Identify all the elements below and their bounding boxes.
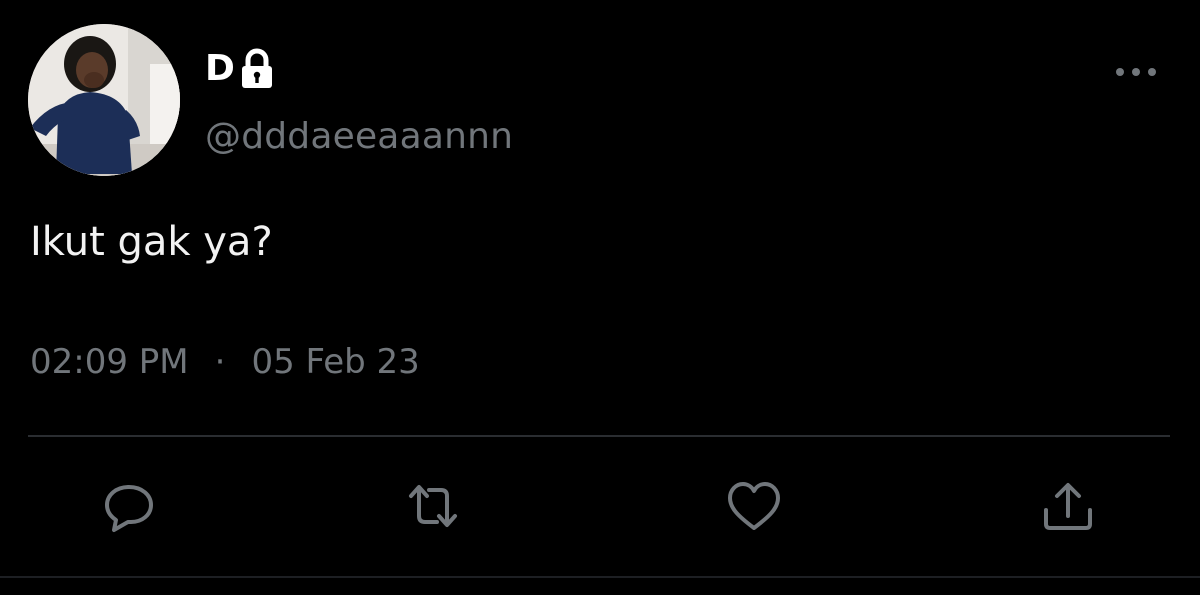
bottom-divider — [0, 576, 1200, 578]
handle[interactable]: @dddaeeaaannn — [205, 112, 513, 162]
tweet-card: D @dddaeeaaannn Ikut gak ya? 02:09 PM · … — [0, 0, 1200, 595]
retweet-button[interactable] — [405, 478, 461, 534]
heart-icon — [726, 478, 782, 534]
retweet-icon — [405, 478, 461, 534]
tweet-text: Ikut gak ya? — [30, 219, 273, 265]
divider — [28, 435, 1170, 437]
like-button[interactable] — [726, 478, 782, 534]
reply-button[interactable] — [101, 478, 157, 534]
tweet-date: 05 Feb 23 — [251, 342, 420, 382]
more-icon[interactable] — [1112, 58, 1160, 86]
share-icon — [1040, 478, 1096, 534]
avatar[interactable] — [28, 24, 180, 176]
timestamp-separator: · — [214, 342, 226, 382]
reply-icon — [101, 478, 157, 534]
tweet-timestamp[interactable]: 02:09 PM · 05 Feb 23 — [30, 334, 420, 390]
tweet-time: 02:09 PM — [30, 342, 189, 382]
display-name-row: D — [205, 44, 275, 94]
lock-icon — [239, 47, 275, 91]
avatar-photo — [28, 24, 180, 176]
share-button[interactable] — [1040, 478, 1096, 534]
display-name[interactable]: D — [205, 44, 235, 94]
